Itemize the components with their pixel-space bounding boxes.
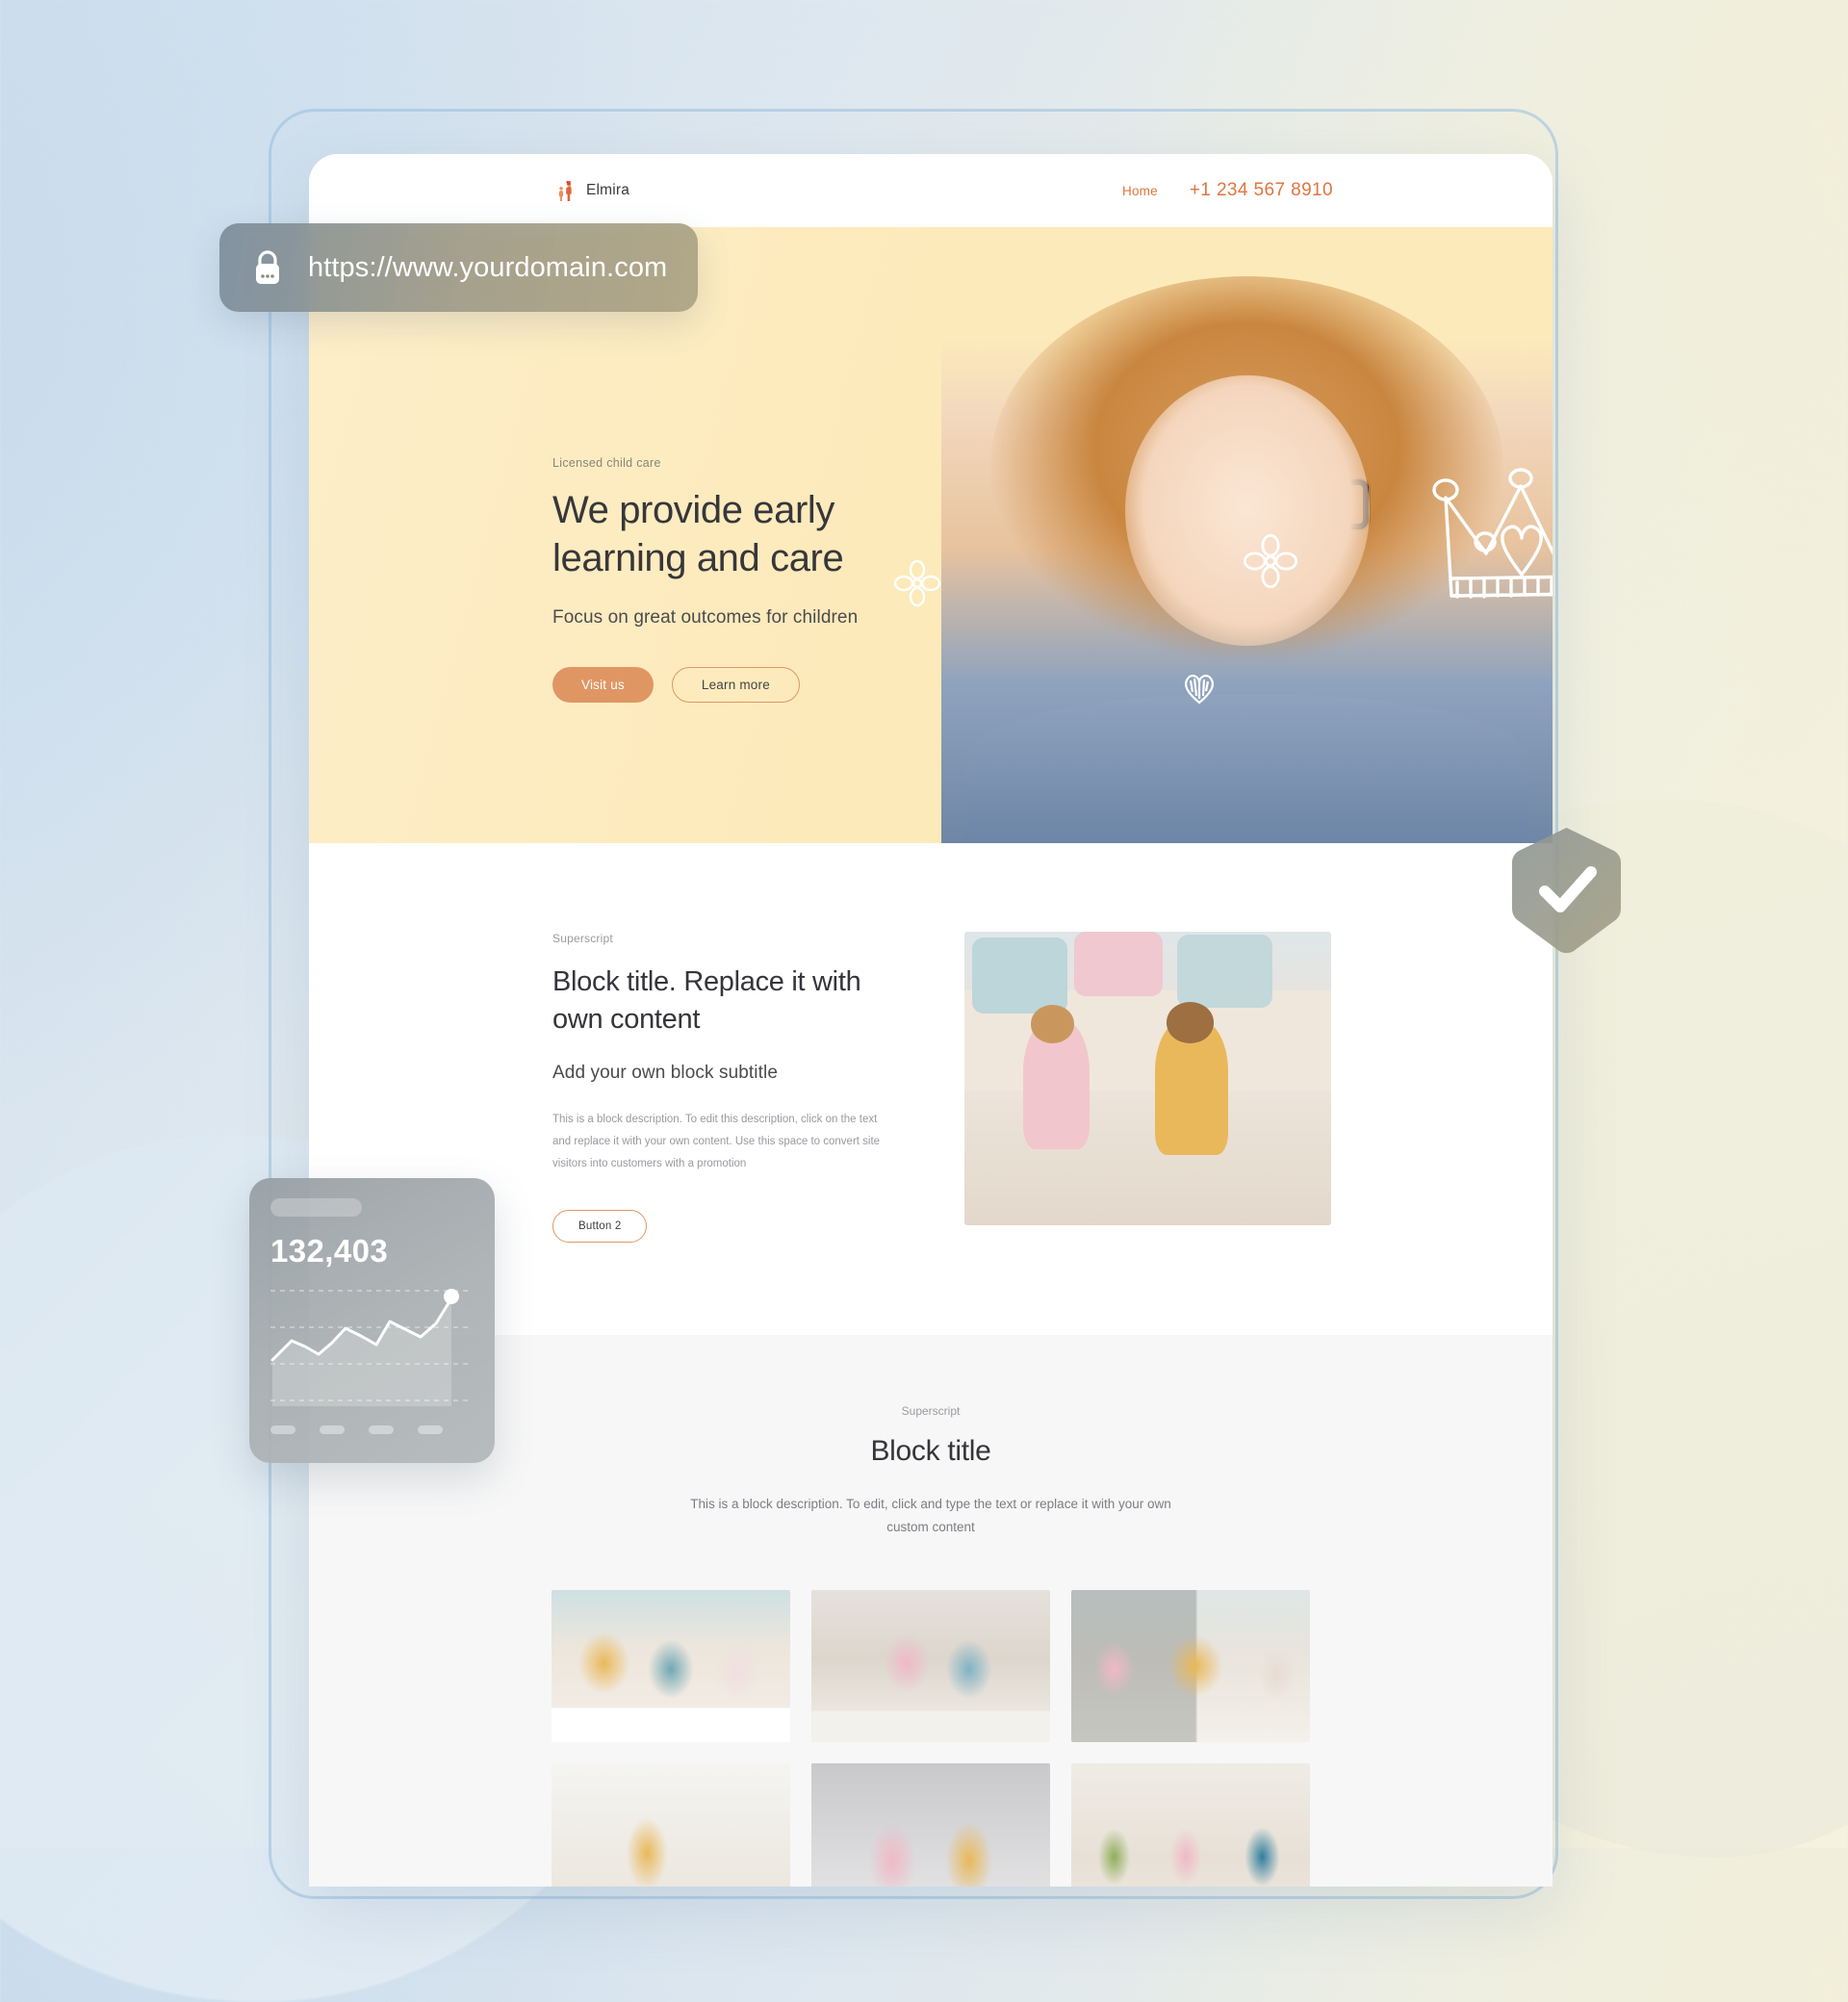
brand-name: Elmira (586, 182, 630, 198)
site-nav: Home +1 234 567 8910 (1122, 180, 1333, 201)
stats-card-axis-placeholders (270, 1425, 474, 1434)
axis-placeholder (369, 1425, 394, 1434)
hero-eyebrow: Licensed child care (552, 456, 661, 470)
glasses-detail (1167, 479, 1370, 529)
stats-card-value: 132,403 (270, 1233, 389, 1269)
block2-button[interactable]: Button 2 (552, 1209, 648, 1243)
block3-superscript: Superscript (901, 1403, 961, 1418)
block3-title: Block title (870, 1434, 991, 1467)
gallery-item[interactable] (552, 1590, 790, 1743)
nav-phone[interactable]: +1 234 567 8910 (1190, 180, 1333, 201)
site-header: Elmira Home +1 234 567 8910 (309, 154, 1553, 227)
family-heart-logo-icon (552, 178, 578, 203)
hero-title-line-2: learning and care (552, 536, 844, 579)
block2-image (964, 932, 1331, 1225)
line-chart-icon (270, 1283, 474, 1418)
image-gallery (309, 1590, 1553, 1886)
hero-title-line-1: We provide early (552, 489, 834, 531)
brand[interactable]: Elmira (552, 178, 629, 203)
gallery-item[interactable] (1071, 1590, 1310, 1743)
learn-more-button[interactable]: Learn more (671, 667, 800, 704)
website-preview-card: Elmira Home +1 234 567 8910 Licensed chi… (309, 154, 1553, 1886)
hero-actions: Visit us Learn more (552, 667, 957, 704)
shield-check-icon (1512, 828, 1621, 954)
block2-superscript: Superscript (552, 932, 613, 945)
hero-title: We provide early learning and care (552, 487, 957, 582)
gallery-item[interactable] (552, 1763, 790, 1886)
axis-placeholder (270, 1425, 295, 1434)
stats-overlay-card: 132,403 (249, 1178, 495, 1463)
block3-description: This is a block description. To edit, cl… (690, 1496, 1171, 1534)
block3-header: Superscript Block title This is a block … (309, 1404, 1553, 1538)
lock-icon (252, 249, 283, 286)
hero-photo (941, 227, 1553, 843)
block2-text-column: Superscript Block title. Replace it with… (552, 932, 891, 1243)
gallery-item[interactable] (811, 1590, 1050, 1743)
url-text: https://www.yourdomain.com (308, 251, 668, 283)
hero-section: Licensed child care We provide early lea… (309, 227, 1553, 843)
trust-badge (1506, 826, 1627, 956)
axis-placeholder (418, 1425, 443, 1434)
block2-subtitle: Add your own block subtitle (552, 1062, 778, 1083)
hero-copy: Licensed child care We provide early lea… (552, 456, 957, 704)
content-block-2: Superscript Block title. Replace it with… (309, 843, 1553, 1335)
nav-link-home[interactable]: Home (1122, 184, 1158, 198)
stats-card-title-placeholder (270, 1198, 362, 1217)
visit-us-button[interactable]: Visit us (552, 667, 654, 704)
block2-description: This is a block description. To edit thi… (552, 1113, 881, 1169)
denim-jacket-detail (965, 695, 1528, 843)
block2-title: Block title. Replace it with own content (552, 966, 861, 1036)
browser-url-bar[interactable]: https://www.yourdomain.com (219, 223, 698, 312)
content-block-3: Superscript Block title This is a block … (309, 1334, 1553, 1886)
hero-subtitle: Focus on great outcomes for children (552, 607, 859, 629)
gallery-item[interactable] (811, 1763, 1050, 1886)
gallery-item[interactable] (1071, 1763, 1310, 1886)
axis-placeholder (320, 1425, 345, 1434)
